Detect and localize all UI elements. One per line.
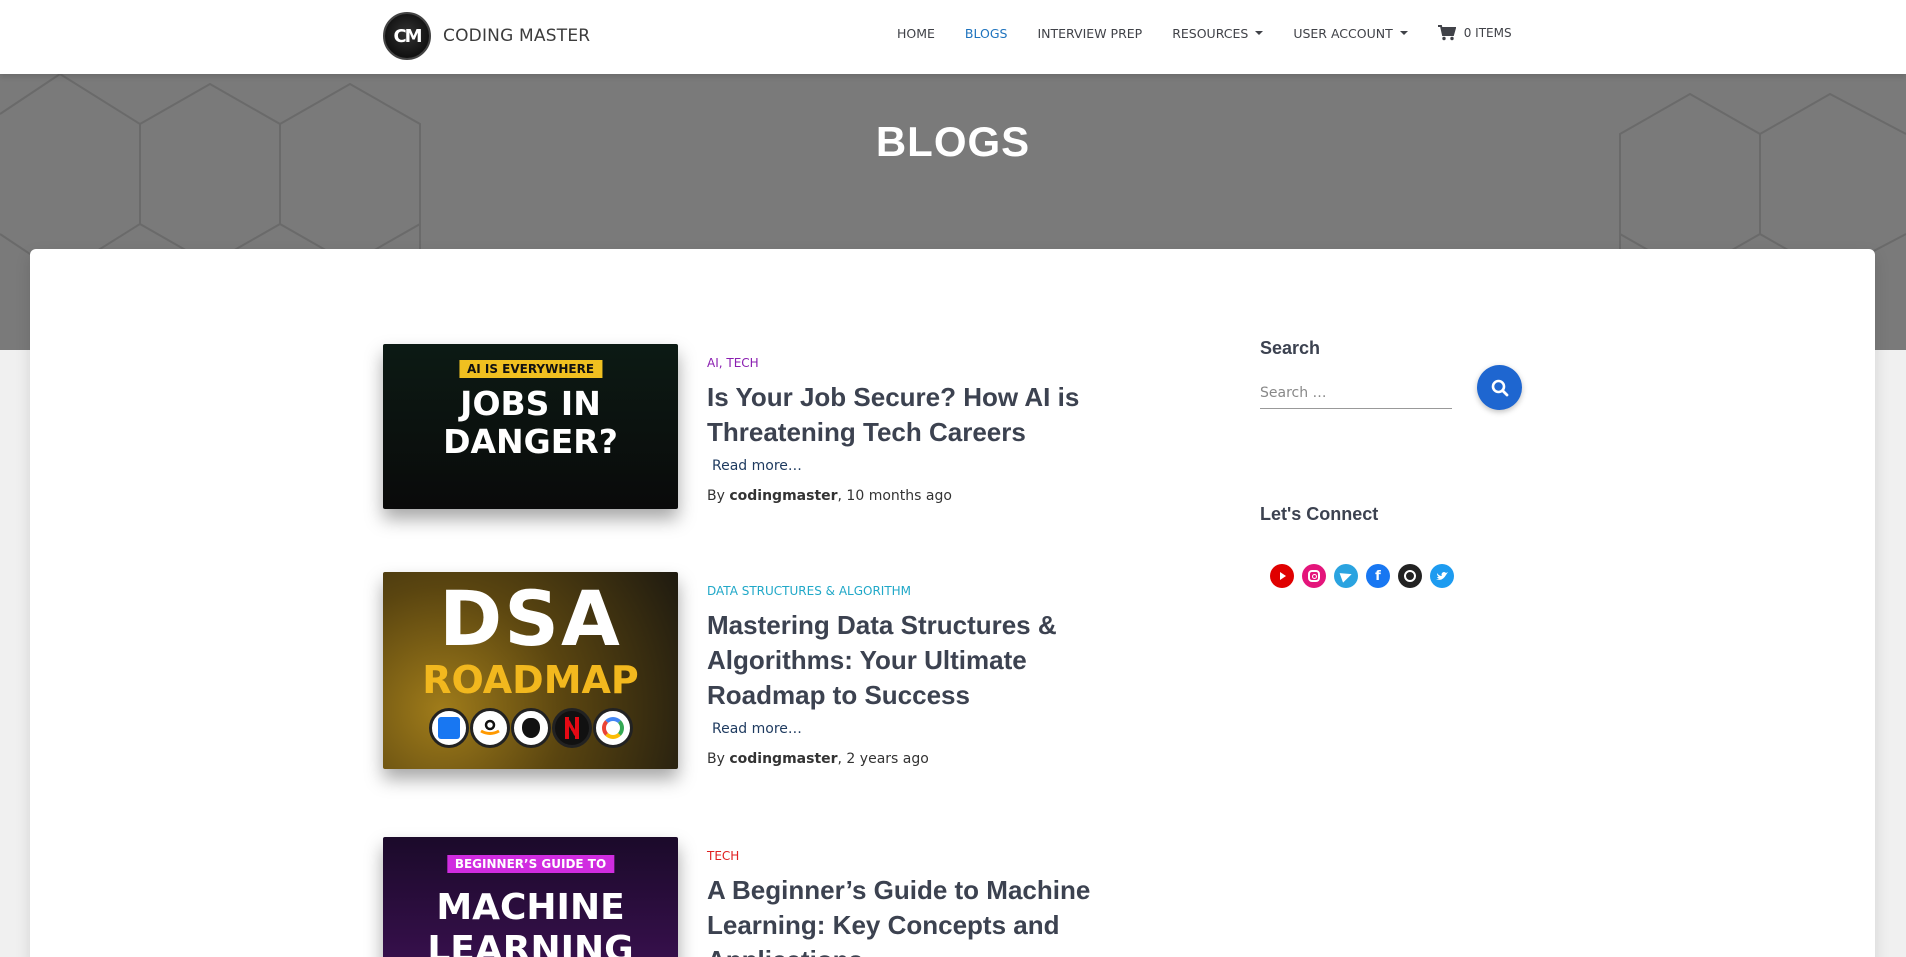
nav-interview-prep-label: INTERVIEW PREP [1037, 25, 1143, 41]
thumb-line-1: DSA [439, 574, 622, 663]
nav-user-account-label: USER ACCOUNT [1293, 25, 1393, 41]
github-icon[interactable] [1398, 564, 1422, 588]
nav-interview-prep[interactable]: INTERVIEW PREP [1037, 26, 1142, 41]
main-nav: HOME BLOGS INTERVIEW PREP RESOURCES USER… [897, 25, 1512, 41]
post-thumbnail[interactable]: BEGINNER’S GUIDE TO MACHINE LEARNING [383, 837, 678, 957]
site-header: CM CODING MASTER HOME BLOGS INTERVIEW PR… [0, 0, 1906, 74]
post-thumbnail[interactable]: DSA ROADMAP [383, 572, 678, 769]
byline-prefix: By [707, 488, 730, 504]
thumb-tag: BEGINNER’S GUIDE TO [446, 855, 615, 873]
thumb-line-1: MACHINE [436, 887, 625, 928]
caret-down-icon [1399, 31, 1408, 35]
post-title[interactable]: Is Your Job Secure? How AI is Threatenin… [707, 380, 1107, 450]
search-icon [1491, 379, 1508, 396]
thumb-line-2: ROADMAP [422, 658, 639, 702]
company-logos [429, 708, 633, 748]
apple-icon [511, 708, 551, 748]
search-heading: Search [1260, 338, 1321, 358]
page-title: BLOGS [875, 118, 1031, 165]
thumb-line-1: JOBS IN [460, 384, 601, 423]
amazon-icon [470, 708, 510, 748]
site-logo: CM [383, 12, 431, 60]
post-author[interactable]: codingmaster [729, 751, 837, 767]
instagram-icon[interactable] [1302, 564, 1326, 588]
post-category[interactable]: AI, TECH [707, 356, 1107, 370]
caret-down-icon [1255, 31, 1264, 35]
thumb-line-2: DANGER? [443, 422, 618, 461]
search-input[interactable] [1260, 377, 1452, 409]
nav-resources[interactable]: RESOURCES [1172, 25, 1264, 41]
post-title[interactable]: A Beginner’s Guide to Machine Learning: … [707, 873, 1107, 957]
cart-link[interactable]: 0 ITEMS [1437, 25, 1512, 41]
logo-text: CM [393, 25, 422, 47]
telegram-icon[interactable] [1334, 564, 1358, 588]
post-category[interactable]: TECH [707, 849, 1107, 863]
post-byline: By codingmaster, 2 years ago [707, 751, 1107, 767]
post-thumbnail[interactable]: AI IS EVERYWHERE JOBS IN DANGER? [383, 344, 678, 509]
facebook-icon [429, 708, 469, 748]
post-time: , 10 months ago [837, 488, 952, 504]
facebook-icon[interactable]: f [1366, 564, 1390, 588]
read-more-link[interactable]: Read more… [712, 721, 1107, 737]
post-body: AI, TECH Is Your Job Secure? How AI is T… [707, 356, 1107, 504]
read-more-link[interactable]: Read more… [712, 458, 1107, 474]
brand-name: CODING MASTER [443, 26, 591, 46]
search-button[interactable] [1477, 365, 1522, 410]
post-time: , 2 years ago [837, 751, 929, 767]
social-links: f [1270, 564, 1462, 588]
nav-home-label: HOME [897, 25, 935, 41]
thumb-line-2: LEARNING [427, 929, 634, 957]
youtube-icon[interactable] [1270, 564, 1294, 588]
cart-count: 0 ITEMS [1463, 26, 1512, 40]
brand-link[interactable]: CM CODING MASTER [383, 12, 590, 60]
post-category[interactable]: DATA STRUCTURES & ALGORITHM [707, 584, 1107, 598]
twitter-icon[interactable] [1430, 564, 1454, 588]
google-icon [593, 708, 633, 748]
nav-home[interactable]: HOME [897, 26, 935, 41]
nav-resources-label: RESOURCES [1172, 25, 1249, 41]
nav-blogs-label: BLOGS [964, 25, 1008, 41]
post-body: TECH A Beginner’s Guide to Machine Learn… [707, 849, 1107, 957]
post-byline: By codingmaster, 10 months ago [707, 488, 1107, 504]
nav-blogs[interactable]: BLOGS [965, 26, 1008, 41]
connect-heading: Let's Connect [1260, 504, 1379, 524]
post-title[interactable]: Mastering Data Structures & Algorithms: … [707, 608, 1107, 713]
thumb-tag: AI IS EVERYWHERE [458, 360, 603, 378]
nav-user-account[interactable]: USER ACCOUNT [1293, 25, 1408, 41]
byline-prefix: By [707, 751, 730, 767]
post-body: DATA STRUCTURES & ALGORITHM Mastering Da… [707, 584, 1107, 767]
cart-icon [1437, 25, 1456, 41]
post-author[interactable]: codingmaster [729, 488, 837, 504]
netflix-icon [552, 708, 592, 748]
